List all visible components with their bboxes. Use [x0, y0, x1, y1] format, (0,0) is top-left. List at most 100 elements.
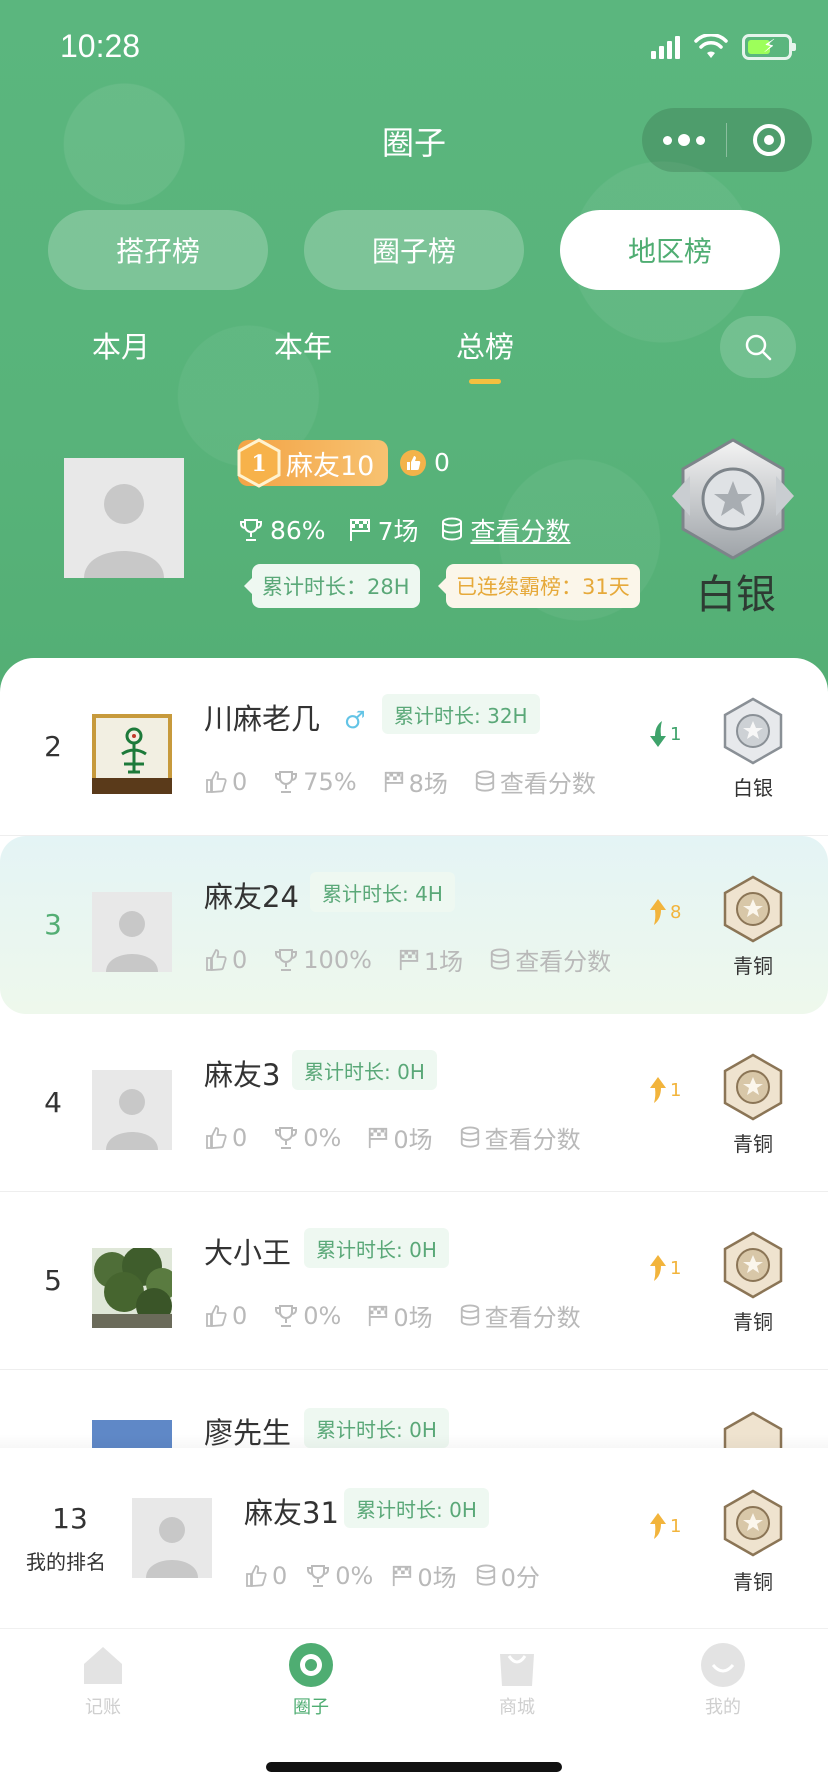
- like-icon[interactable]: [400, 450, 426, 476]
- my-duration-tag: 累计时长: 0H: [344, 1488, 489, 1528]
- default-avatar-icon: [146, 1517, 198, 1578]
- my-rank-trend: 1: [648, 1512, 681, 1540]
- user-name: 大小王: [204, 1236, 292, 1270]
- user-stats: 0 100% 1场 查看分数: [204, 942, 637, 977]
- checkered-flag-icon: [367, 1126, 389, 1150]
- miniprogram-capsule: [642, 108, 812, 172]
- default-avatar-icon: [84, 484, 164, 578]
- status-time: 10:28: [60, 28, 141, 64]
- checkered-flag-icon: [391, 1564, 413, 1588]
- trophy-icon: [238, 517, 264, 543]
- tabbar-item-shop[interactable]: 商城: [462, 1641, 572, 1719]
- tabbar-item-mine[interactable]: 我的: [668, 1641, 778, 1719]
- mahjong-bird-avatar-icon: [92, 714, 172, 794]
- rank-trend: 1: [648, 1076, 681, 1104]
- battery-icon: ⚡: [742, 34, 796, 60]
- tab-overall[interactable]: 总榜: [456, 324, 514, 366]
- user-stats: 0 0% 0场 查看分数: [204, 1298, 607, 1333]
- rank-number: 5: [44, 1264, 62, 1297]
- home-icon: [79, 1641, 127, 1689]
- tab-region-ranking[interactable]: 地区榜: [560, 210, 780, 290]
- rank-trend: 1: [648, 720, 681, 748]
- rank-number: 3: [44, 908, 62, 941]
- top-user-name-badge: 1 麻友10: [237, 438, 389, 488]
- user-name: 川麻老几: [204, 702, 321, 736]
- checkered-flag-icon: [398, 948, 420, 972]
- coins-icon: [459, 1126, 481, 1150]
- status-bar: 10:28 ⚡: [0, 0, 828, 100]
- user-avatar[interactable]: [92, 1070, 172, 1150]
- tab-circle-ranking[interactable]: 圈子榜: [304, 210, 524, 290]
- coins-icon: [459, 1304, 481, 1328]
- top-user-name: 麻友10: [286, 450, 375, 482]
- rank-tier-label: 青铜: [733, 954, 773, 978]
- trophy-icon: [273, 1125, 299, 1151]
- thumbs-up-icon[interactable]: [204, 770, 228, 794]
- rank-trend: 1: [648, 1254, 681, 1282]
- trophy-icon: [273, 769, 299, 795]
- view-score-link[interactable]: 查看分数: [500, 764, 596, 799]
- user-avatar[interactable]: [92, 892, 172, 972]
- arrow-down-icon: [650, 721, 666, 747]
- my-stats: 0 0% 0场 0分: [244, 1558, 566, 1593]
- thumbs-up-icon[interactable]: [204, 1126, 228, 1150]
- list-item[interactable]: 4 麻友3 累计时长: 0H 0 0% 0场 查看分数 1 青铜: [0, 1014, 828, 1192]
- view-score-link[interactable]: 查看分数: [515, 942, 611, 977]
- ranking-list[interactable]: 2 川麻老几 ♂ 累计时长: 32H 0 75% 8场 查看分数 1 白银 3 …: [0, 658, 828, 1448]
- search-button[interactable]: [720, 316, 796, 378]
- checkered-flag-icon: [367, 1304, 389, 1328]
- top-user-games: 7场: [377, 517, 419, 546]
- top-user-avatar[interactable]: [64, 458, 184, 578]
- tabbar-item-circle[interactable]: 圈子: [256, 1641, 366, 1719]
- rank-tier-label: 青铜: [733, 1310, 773, 1334]
- my-avatar[interactable]: [132, 1498, 212, 1578]
- bronze-medal-icon: [723, 1231, 783, 1299]
- tabbar-item-bookkeeping[interactable]: 记账: [48, 1641, 158, 1719]
- trophy-icon: [305, 1563, 331, 1589]
- target-icon: [753, 124, 785, 156]
- more-menu-icon[interactable]: [642, 134, 726, 146]
- arrow-up-icon: [650, 1513, 666, 1539]
- list-item[interactable]: 3 麻友24 累计时长: 4H 0 100% 1场 查看分数 8 青铜: [0, 836, 828, 1014]
- list-item[interactable]: 5 大小王 累计时长: 0H 0 0% 0场 查看分数 1 青铜: [0, 1192, 828, 1370]
- ranking-type-tabs: 搭孖榜 圈子榜 地区榜: [48, 210, 780, 290]
- home-indicator[interactable]: [266, 1762, 562, 1772]
- thumbs-up-icon[interactable]: [204, 1304, 228, 1328]
- rank-number: 4: [44, 1086, 62, 1119]
- my-score: 0分: [500, 1564, 540, 1592]
- smile-icon: [699, 1641, 747, 1689]
- coins-icon: [474, 770, 496, 794]
- my-ranking-bar[interactable]: 13 我的排名 麻友31 累计时长: 0H 0 0% 0场 0分 1 青铜: [0, 1434, 828, 1628]
- tab-partner-ranking[interactable]: 搭孖榜: [48, 210, 268, 290]
- trophy-icon: [273, 947, 299, 973]
- thumbs-up-icon[interactable]: [204, 948, 228, 972]
- user-avatar[interactable]: [92, 1248, 172, 1328]
- tab-this-month[interactable]: 本月: [92, 324, 150, 366]
- user-stats: 0 0% 0场 查看分数: [204, 1120, 607, 1155]
- duration-tag: 累计时长: 32H: [382, 694, 540, 734]
- coins-icon: [440, 517, 464, 543]
- wifi-icon: [694, 34, 728, 58]
- arrow-up-icon: [650, 1255, 666, 1281]
- close-miniprogram-button[interactable]: [727, 124, 811, 156]
- leaderboard-header: 10:28 ⚡ 圈子 搭孖榜 圈子榜 地区榜 本月 本年 总榜 1 麻友10 0…: [0, 0, 828, 720]
- search-icon: [745, 334, 772, 361]
- default-avatar-icon: [106, 1089, 158, 1150]
- tab-this-year[interactable]: 本年: [274, 324, 332, 366]
- cellular-signal-icon: [651, 35, 680, 59]
- duration-tag: 累计时长: 0H: [292, 1050, 437, 1090]
- duration-tag: 累计时长: 4H: [310, 872, 455, 912]
- view-score-link[interactable]: 查看分数: [485, 1298, 581, 1333]
- top-user-streak-tag: 已连续霸榜：31天: [438, 564, 640, 608]
- view-score-link[interactable]: 查看分数: [470, 512, 570, 548]
- user-name: 麻友24: [204, 880, 299, 914]
- thumbs-up-icon[interactable]: [244, 1564, 268, 1588]
- user-avatar[interactable]: [92, 714, 172, 794]
- rank-trend: 8: [648, 898, 681, 926]
- silver-medal-icon: [723, 697, 783, 765]
- bronze-medal-icon: [723, 1489, 783, 1557]
- list-item[interactable]: 2 川麻老几 ♂ 累计时长: 32H 0 75% 8场 查看分数 1 白银: [0, 658, 828, 836]
- view-score-link[interactable]: 查看分数: [485, 1120, 581, 1155]
- bronze-medal-icon: [723, 875, 783, 943]
- svg-text:1: 1: [251, 451, 266, 477]
